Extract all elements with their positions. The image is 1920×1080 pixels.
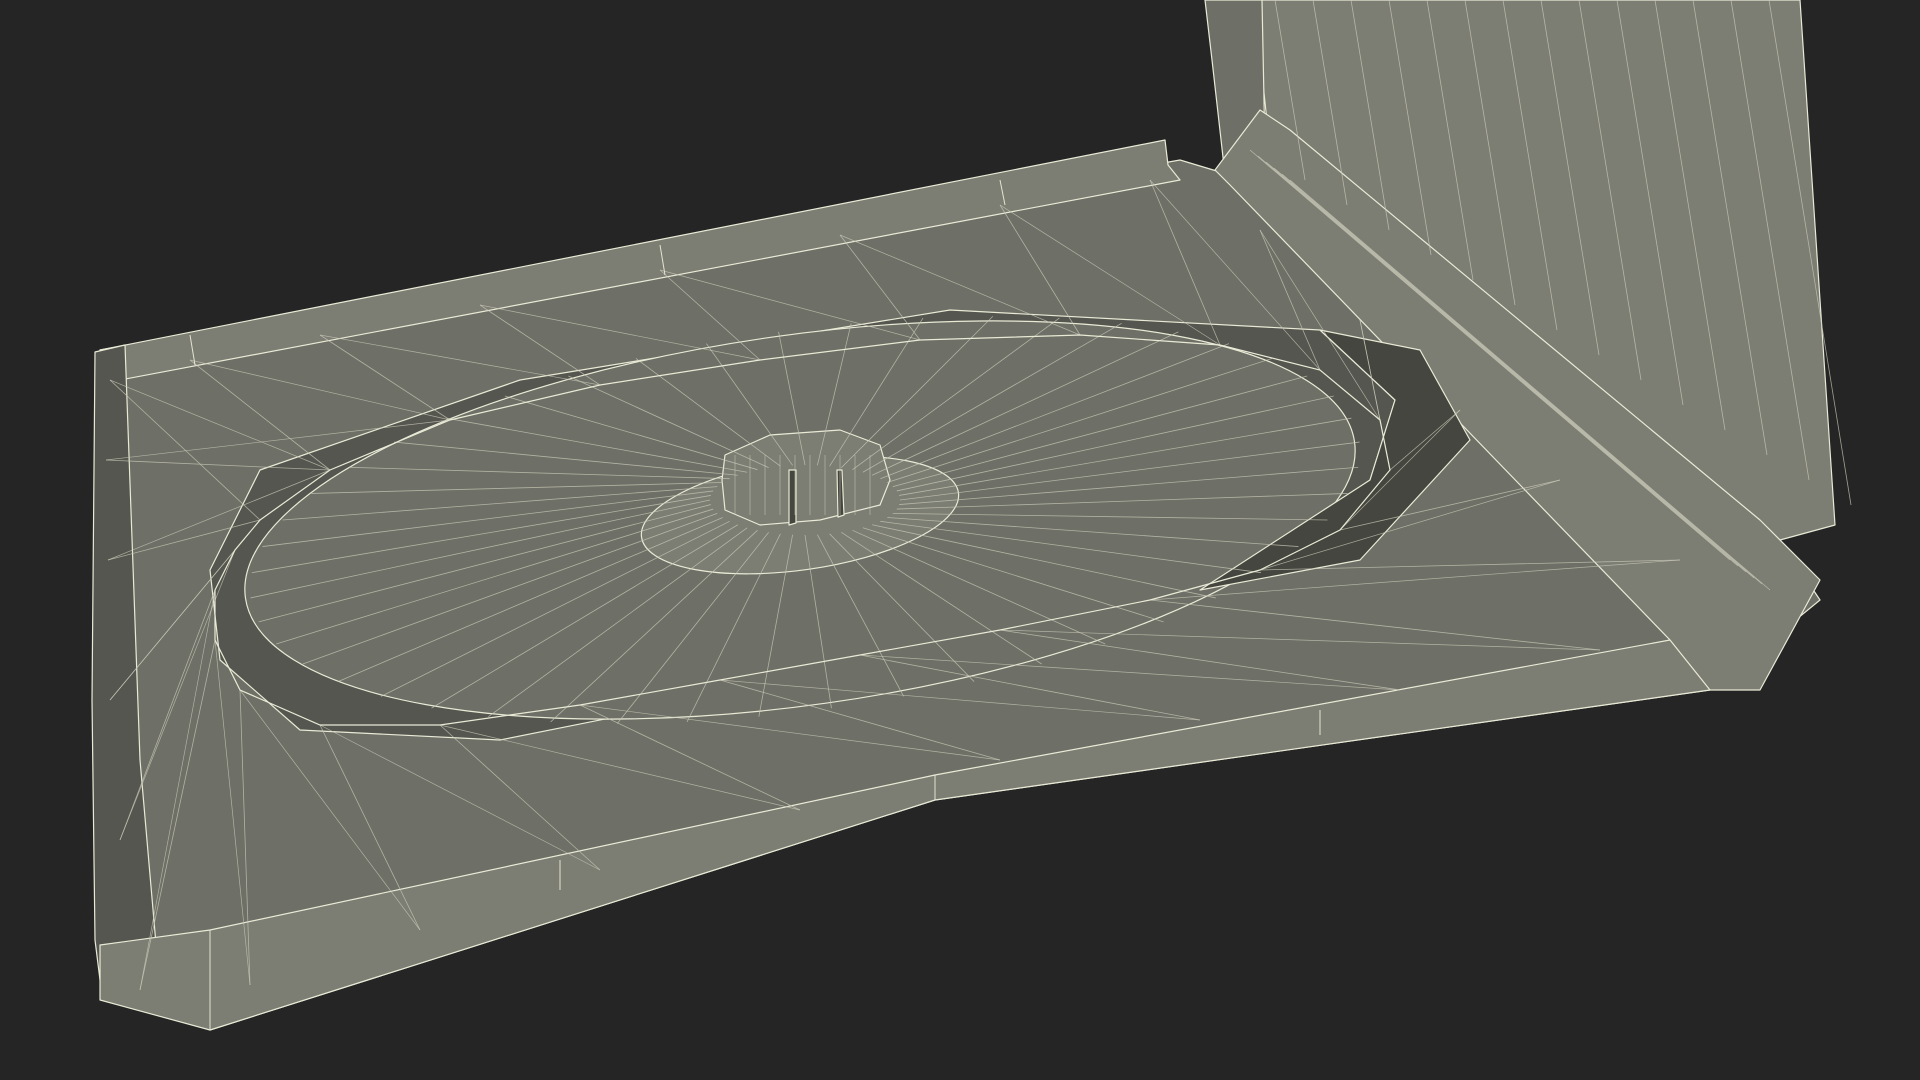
wireframe-disc-case-render xyxy=(0,0,1920,1080)
render-viewport xyxy=(0,0,1920,1080)
